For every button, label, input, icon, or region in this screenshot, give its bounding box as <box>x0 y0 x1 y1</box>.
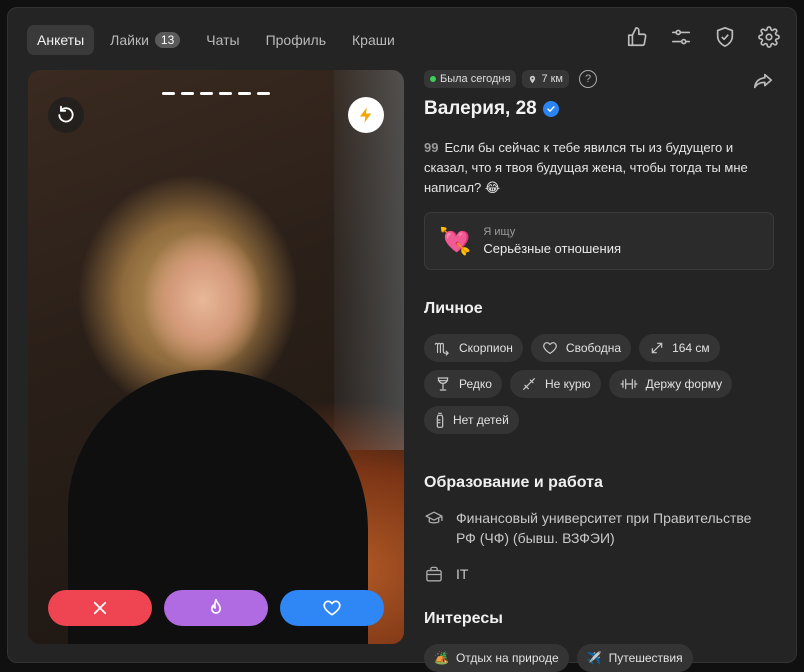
education-university: Финансовый университет при Правительстве… <box>424 508 774 548</box>
interests-section-title: Интересы <box>424 610 503 627</box>
tab-label: Краши <box>352 32 395 48</box>
tag-label: Редко <box>459 377 492 391</box>
tag-label: Держу форму <box>645 377 723 391</box>
tag-label: Не курю <box>544 377 591 391</box>
tag-label: Нет детей <box>453 413 509 427</box>
undo-button[interactable] <box>48 97 84 133</box>
distance-text: 7 км <box>541 73 563 85</box>
looking-for-value: Серьёзные отношения <box>483 241 621 256</box>
swipe-actions <box>48 590 384 626</box>
help-icon[interactable]: ? <box>579 70 597 88</box>
personal-tags: Скорпион Свободна 164 см Редко Не курю Д… <box>424 334 754 434</box>
profile-name: Валерия, 28 <box>424 98 537 119</box>
personal-section-title: Личное <box>424 300 483 317</box>
photo-progress-segment[interactable] <box>200 92 213 95</box>
quote-icon: 99 <box>424 140 439 155</box>
photo-progress-segment[interactable] <box>162 92 175 95</box>
tag-label: Отдых на природе <box>455 651 559 665</box>
name-row: Валерия, 28 <box>424 98 774 120</box>
verified-icon <box>542 101 559 117</box>
status-row: Была сегодня 7 км ? <box>424 70 774 88</box>
top-nav: Анкеты Лайки 13 Чаты Профиль Краши <box>27 25 411 55</box>
gear-icon[interactable] <box>758 26 780 48</box>
close-icon <box>93 601 107 615</box>
photo-progress-segment[interactable] <box>181 92 194 95</box>
tag-alcohol: Редко <box>424 370 502 398</box>
tag-label: Путешествия <box>608 651 683 665</box>
heart-icon <box>323 600 341 616</box>
like-button[interactable] <box>280 590 384 626</box>
nav-icons <box>626 26 780 48</box>
tag-label: 164 см <box>672 341 710 355</box>
photo-progress-segment[interactable] <box>238 92 251 95</box>
heart-outline-icon <box>543 342 557 354</box>
job-text: IT <box>456 566 469 582</box>
flame-icon <box>211 598 221 614</box>
baby-bottle-icon <box>436 412 444 428</box>
dumbbell-icon <box>619 378 638 390</box>
thumbs-up-icon[interactable] <box>626 26 648 48</box>
online-status-badge: Была сегодня <box>424 70 517 88</box>
height-arrows-icon <box>651 342 663 354</box>
tab-profile[interactable]: Профиль <box>256 25 336 55</box>
education-job: IT <box>424 564 774 584</box>
wine-glass-icon <box>437 377 449 391</box>
lightning-icon <box>360 107 372 123</box>
tab-ankety[interactable]: Анкеты <box>27 25 95 55</box>
education-section-title: Образование и работа <box>424 474 603 491</box>
university-text: Финансовый университет при Правительстве… <box>456 510 752 546</box>
looking-for-label: Я ищу <box>483 226 516 238</box>
tag-children: Нет детей <box>424 406 519 434</box>
tab-label: Профиль <box>265 32 326 48</box>
shield-icon[interactable] <box>714 26 736 48</box>
tab-label: Лайки <box>110 32 149 48</box>
distance-badge: 7 км <box>522 70 569 88</box>
scorpio-icon <box>434 342 449 356</box>
tab-label: Анкеты <box>37 32 85 48</box>
tag-height: 164 см <box>639 334 720 362</box>
camping-icon: 🏕️ <box>434 651 449 665</box>
tag-relationship: Свободна <box>530 334 632 362</box>
tab-likes[interactable]: Лайки 13 <box>100 25 190 55</box>
tag-sport: Держу форму <box>608 370 733 398</box>
tab-chats[interactable]: Чаты <box>196 25 249 55</box>
profile-info: Была сегодня 7 км ? Валерия, 28 99 Если б… <box>424 70 774 672</box>
tag-label: Скорпион <box>459 341 513 355</box>
bio: 99 Если бы сейчас к тебе явился ты из буд… <box>424 138 774 198</box>
tab-label: Чаты <box>206 32 240 48</box>
tag-zodiac: Скорпион <box>424 334 523 362</box>
no-smoking-icon <box>523 378 535 390</box>
dislike-button[interactable] <box>48 590 152 626</box>
cupid-heart-icon: 💘 <box>439 225 472 256</box>
photo-progress-segment[interactable] <box>219 92 232 95</box>
location-pin-icon <box>530 75 536 83</box>
tab-crushes[interactable]: Краши <box>342 25 405 55</box>
tag-label: Свободна <box>565 341 622 355</box>
app-window: Анкеты Лайки 13 Чаты Профиль Краши Была … <box>7 7 797 672</box>
graduation-cap-icon <box>425 511 443 524</box>
bio-text: Если бы сейчас к тебе явился ты из будущ… <box>424 140 748 195</box>
looking-for-card: 💘 Я ищу Серьёзные отношения <box>424 212 774 270</box>
tag-smoking: Не курю <box>509 370 601 398</box>
profile-photo[interactable] <box>28 70 404 644</box>
undo-icon <box>58 105 74 123</box>
airplane-icon: ✈️ <box>586 651 602 665</box>
filters-icon[interactable] <box>670 26 692 48</box>
online-dot-icon <box>430 76 436 82</box>
status-text: Была сегодня <box>440 73 511 85</box>
photo-progress-bar <box>162 92 270 95</box>
likes-count-badge: 13 <box>154 32 181 48</box>
briefcase-icon <box>426 566 442 582</box>
boost-button[interactable] <box>348 97 384 133</box>
photo-progress-segment[interactable] <box>257 92 270 95</box>
share-icon[interactable] <box>752 70 774 92</box>
super-like-button[interactable] <box>164 590 268 626</box>
